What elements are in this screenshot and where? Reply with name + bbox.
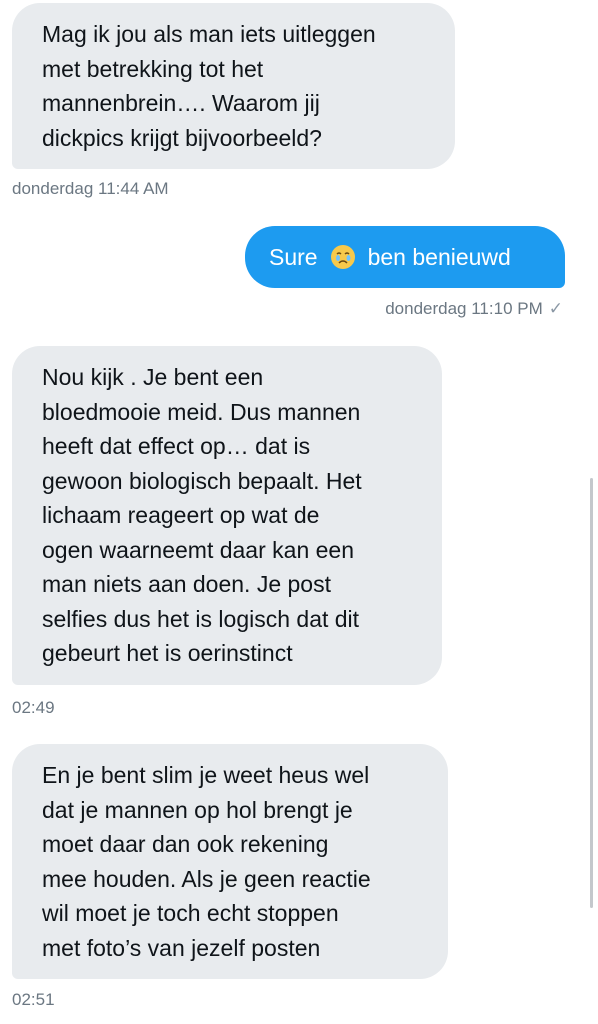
incoming-message-bubble[interactable]: Mag ik jou als man iets uitleggen met be… [12, 3, 455, 169]
message-timestamp: 02:51 [12, 990, 55, 1009]
message-text-start: Sure [269, 243, 318, 270]
message-thread: Mag ik jou als man iets uitleggen met be… [0, 0, 598, 1024]
message-text-end: ben benieuwd [367, 243, 511, 270]
incoming-message-bubble[interactable]: En je bent slim je weet heus wel dat je … [12, 744, 448, 979]
scrollbar[interactable] [590, 478, 593, 908]
incoming-message-bubble[interactable]: Nou kijk . Je bent een bloedmooie meid. … [12, 346, 442, 685]
sent-check-icon: ✓ [548, 299, 563, 318]
face-holding-back-tears-icon [330, 245, 355, 269]
message-timestamp: donderdag 11:44 AM [12, 179, 169, 198]
message-timestamp: donderdag 11:10 PM ✓ [385, 299, 563, 319]
message-timestamp: 02:49 [12, 698, 55, 717]
timestamp-text: donderdag 11:10 PM [385, 299, 543, 318]
outgoing-message-bubble[interactable]: Sure ben benieuwd [245, 226, 565, 288]
